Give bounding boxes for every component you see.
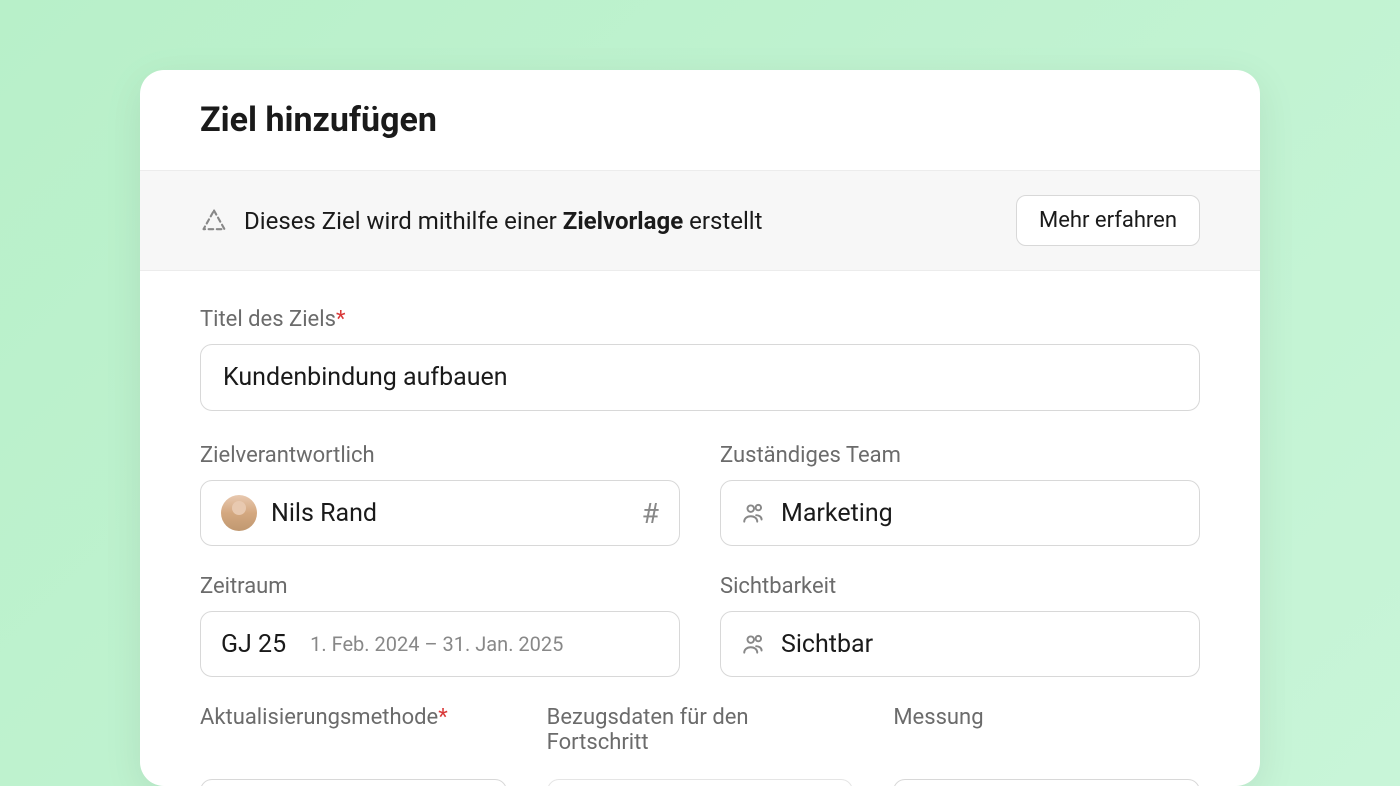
modal-header: Ziel hinzufügen — [140, 70, 1260, 170]
period-sub: 1. Feb. 2024 – 31. Jan. 2025 — [310, 632, 563, 656]
goal-title-input[interactable] — [200, 344, 1200, 411]
row-period-visibility: Zeitraum GJ 25 1. Feb. 2024 – 31. Jan. 2… — [200, 574, 1200, 677]
required-mark: * — [336, 307, 345, 332]
banner-text-after: erstellt — [683, 207, 762, 235]
visibility-label: Sichtbarkeit — [720, 574, 1200, 599]
field-owner: Zielverantwortlich Nils Rand # — [200, 443, 680, 546]
required-mark: * — [438, 705, 447, 730]
team-select[interactable]: Marketing — [720, 480, 1200, 546]
field-team: Zuständiges Team Marketing — [720, 443, 1200, 546]
triangle-dashed-icon — [200, 207, 228, 235]
visibility-value: Sichtbar — [781, 630, 1179, 659]
field-visibility: Sichtbarkeit Sichtbar — [720, 574, 1200, 677]
period-value: GJ 25 — [221, 630, 286, 659]
modal-title: Ziel hinzufügen — [200, 100, 1200, 140]
field-period: Zeitraum GJ 25 1. Feb. 2024 – 31. Jan. 2… — [200, 574, 680, 677]
measurement-label: Messung — [893, 705, 1200, 767]
update-method-label: Aktualisierungsmethode* — [200, 705, 507, 767]
update-method-select[interactable]: ◆ Automatisch # — [200, 779, 507, 786]
row-method-ref-measurement: Aktualisierungsmethode* ◆ Automatisch # … — [200, 705, 1200, 786]
banner-text-bold: Zielvorlage — [563, 207, 683, 235]
period-select[interactable]: GJ 25 1. Feb. 2024 – 31. Jan. 2025 — [200, 611, 680, 677]
field-goal-title: Titel des Ziels* — [200, 307, 1200, 411]
period-label: Zeitraum — [200, 574, 680, 599]
owner-label: Zielverantwortlich — [200, 443, 680, 468]
hash-icon: # — [642, 497, 659, 530]
form-body: Titel des Ziels* Zielverantwortlich Nils… — [140, 271, 1260, 786]
field-measurement: Messung % Prozent # — [893, 705, 1200, 786]
measurement-select[interactable]: % Prozent # — [893, 779, 1200, 786]
visibility-select[interactable]: Sichtbar — [720, 611, 1200, 677]
goal-title-label: Titel des Ziels* — [200, 307, 1200, 332]
team-label: Zuständiges Team — [720, 443, 1200, 468]
team-icon — [741, 631, 767, 657]
owner-select[interactable]: Nils Rand # — [200, 480, 680, 546]
team-icon — [741, 500, 767, 526]
owner-value: Nils Rand — [271, 499, 628, 528]
learn-more-button[interactable]: Mehr erfahren — [1016, 195, 1200, 246]
field-progress-ref: Bezugsdaten für den Fortschritt — [547, 705, 854, 786]
progress-ref-label: Bezugsdaten für den Fortschritt — [547, 705, 854, 767]
team-value: Marketing — [781, 499, 1179, 528]
row-owner-team: Zielverantwortlich Nils Rand # Zuständig… — [200, 443, 1200, 546]
banner-text-before: Dieses Ziel wird mithilfe einer — [244, 207, 563, 235]
add-goal-modal: Ziel hinzufügen Dieses Ziel wird mithilf… — [140, 70, 1260, 786]
template-banner: Dieses Ziel wird mithilfe einer Zielvorl… — [140, 170, 1260, 271]
field-update-method: Aktualisierungsmethode* ◆ Automatisch # — [200, 705, 507, 786]
banner-text: Dieses Ziel wird mithilfe einer Zielvorl… — [244, 207, 1000, 235]
avatar — [221, 495, 257, 531]
progress-ref-select[interactable] — [547, 779, 854, 786]
